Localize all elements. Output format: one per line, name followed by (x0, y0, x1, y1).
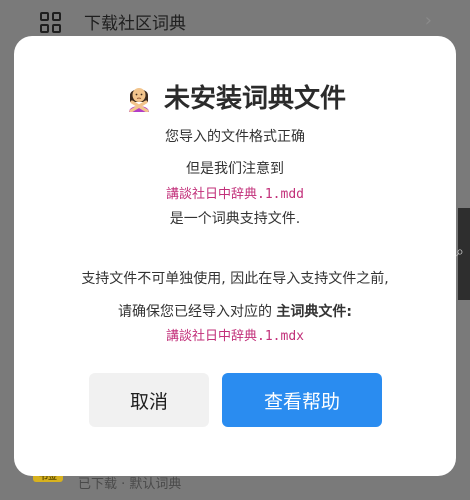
woman-gesturing-no-icon (128, 88, 149, 112)
grid-icon (40, 12, 62, 34)
background-menu-row: 下载社区词典 › (0, 0, 470, 40)
dialog-line-import-main: 请确保您已经导入对应的 主词典文件: (14, 301, 456, 321)
screen: 下载社区词典 › ⌕ 书签 已下载 · 默认词典 未安装词典文件 您导入的文件格… (0, 0, 470, 500)
dialog-line-support-file: 是一个词典支持文件. (169, 211, 301, 227)
dialog-line-notice: 但是我们注意到 (186, 161, 284, 177)
dialog-title: 未安装词典文件 (14, 78, 456, 115)
import-main-prefix: 请确保您已经导入对应的 (117, 304, 272, 320)
dialog-line-cannot-use-alone: 支持文件不可单独使用, 因此在导入支持文件之前, (81, 271, 389, 287)
missing-dictionary-dialog: 未安装词典文件 您导入的文件格式正确 但是我们注意到 講談社日中辞典.1.mdd… (14, 36, 456, 476)
mdx-filename: 講談社日中辞典.1.mdx (166, 329, 304, 344)
main-dictionary-label: 主词典文件: (276, 304, 353, 320)
dialog-line-format-ok: 您导入的文件格式正确 (165, 129, 305, 145)
cancel-button[interactable]: 取消 (89, 373, 209, 427)
mdd-filename: 講談社日中辞典.1.mdd (166, 187, 304, 202)
view-help-button[interactable]: 查看帮助 (222, 373, 382, 427)
chevron-right-icon: › (424, 10, 432, 31)
dialog-title-text: 未安装词典文件 (163, 84, 346, 114)
search-icon: ⌕ (456, 244, 464, 260)
background-menu-title: 下载社区词典 (84, 14, 186, 34)
